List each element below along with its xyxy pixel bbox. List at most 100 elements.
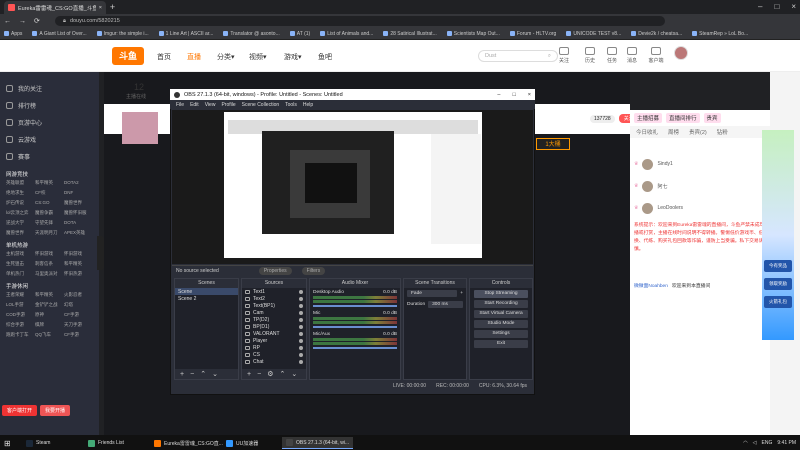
category-link[interactable]: COD手游 <box>6 312 35 318</box>
volume-slider[interactable] <box>313 347 397 349</box>
bookmark-item[interactable]: Translator @ asonto... <box>223 31 280 37</box>
obs-menu-item[interactable]: Edit <box>190 102 199 108</box>
sidebar-item[interactable]: 赛事 <box>0 148 99 165</box>
remove-source-icon[interactable]: − <box>257 371 261 378</box>
volume-slider[interactable] <box>313 326 397 328</box>
category-link[interactable]: LOL手游 <box>6 302 35 308</box>
obs-control-button[interactable]: Stop Streaming <box>474 290 528 298</box>
reload-icon[interactable]: ⟳ <box>34 17 40 25</box>
close-window-icon[interactable]: × <box>791 2 796 11</box>
visibility-icon[interactable] <box>299 324 303 329</box>
visibility-icon[interactable] <box>299 338 303 343</box>
category-link[interactable]: 绝地求生 <box>6 190 35 196</box>
category-link[interactable]: 综合手游 <box>6 322 35 328</box>
welcome-user[interactable]: 微微面Noahben <box>634 283 668 291</box>
obs-control-button[interactable]: Start Virtual Camera <box>474 310 528 318</box>
rank-tab[interactable]: 贵宾(2) <box>689 128 707 136</box>
rank-tab[interactable]: 今日收礼 <box>636 128 658 136</box>
category-link[interactable]: 单机热门 <box>6 271 35 277</box>
source-item[interactable]: Text2 <box>242 295 306 302</box>
sidebar-item[interactable]: 我的关注 <box>0 80 99 97</box>
bookmark-item[interactable]: AT (1) <box>289 31 310 37</box>
promo-item[interactable]: 火箭礼包 <box>764 296 792 308</box>
source-up-icon[interactable]: ⌃ <box>279 370 285 378</box>
category-link[interactable]: CF手游 <box>64 332 93 338</box>
source-item[interactable]: BP(D1) <box>242 323 306 330</box>
visibility-icon[interactable] <box>299 296 303 301</box>
obs-control-button[interactable]: Studio Mode <box>474 320 528 328</box>
add-source-icon[interactable]: + <box>247 371 251 378</box>
forward-icon[interactable]: → <box>19 18 26 25</box>
category-link[interactable]: APEX英雄 <box>64 230 93 236</box>
visibility-icon[interactable] <box>299 345 303 350</box>
visibility-icon[interactable] <box>299 359 303 364</box>
header-icon-button[interactable]: 客户端 <box>634 47 678 64</box>
category-link[interactable]: 怀旧热游 <box>64 271 93 277</box>
fan-rank-row[interactable]: ♛ LeoDoolers <box>634 201 683 215</box>
obs-menu-item[interactable]: View <box>205 102 216 108</box>
category-link[interactable]: DOTA2 <box>64 180 93 186</box>
transition-add-icon[interactable]: + <box>460 291 463 296</box>
obs-menu-item[interactable]: Profile <box>221 102 235 108</box>
category-link[interactable]: QQ飞车 <box>35 332 64 338</box>
chat-tab[interactable]: 主播招募 <box>634 113 663 123</box>
category-link[interactable]: 怀旧游戏 <box>64 251 93 257</box>
bookmark-item[interactable]: Imgur: the simple i... <box>96 31 149 37</box>
duration-input[interactable]: 300 ms <box>428 301 463 308</box>
obs-control-button[interactable]: Exit <box>474 340 528 348</box>
category-link[interactable]: 和平精英 <box>35 292 64 298</box>
category-link[interactable]: 天涯明月刀 <box>35 230 64 236</box>
network-icon[interactable]: ◠ <box>743 440 747 446</box>
category-link[interactable]: lol云顶之弈 <box>6 210 35 216</box>
visibility-icon[interactable] <box>299 303 303 308</box>
promo-item[interactable]: 领取奖励 <box>764 278 792 290</box>
category-link[interactable]: 天刀手游 <box>64 322 93 328</box>
category-link[interactable]: 魔兽世界 <box>64 200 93 206</box>
category-link[interactable]: 和平精英 <box>35 180 64 186</box>
bookmark-item[interactable]: List of Animals and... <box>320 31 373 37</box>
bookmark-item[interactable]: Scientists Map Out... <box>446 31 500 37</box>
category-link[interactable]: CF校 <box>35 190 64 196</box>
taskbar-item[interactable]: Steam <box>22 437 54 449</box>
nav-item[interactable]: 分类▾ <box>217 52 235 62</box>
obs-maximize-icon[interactable]: □ <box>512 92 515 98</box>
category-link[interactable]: 生死狙击 <box>6 261 35 267</box>
volume-slider[interactable] <box>313 305 397 307</box>
bookmark-item[interactable]: UNICODE TEST v8... <box>566 31 621 37</box>
category-link[interactable]: 王者荣耀 <box>6 292 35 298</box>
volume-icon[interactable]: ◁ <box>753 440 757 446</box>
obs-menu-item[interactable]: Help <box>303 102 313 108</box>
nav-item[interactable]: 视频▾ <box>249 52 267 62</box>
obs-menu-item[interactable]: Tools <box>285 102 297 108</box>
category-link[interactable]: 怀旧游戏 <box>35 251 64 257</box>
category-link[interactable]: DNF <box>64 190 93 196</box>
visibility-icon[interactable] <box>299 352 303 357</box>
category-link[interactable]: 英雄联盟 <box>6 180 35 186</box>
visibility-icon[interactable] <box>299 310 303 315</box>
remove-scene-icon[interactable]: − <box>190 371 194 378</box>
nav-item[interactable]: 首页 <box>157 52 171 62</box>
transition-select[interactable]: Fade <box>407 290 458 297</box>
start-live-button[interactable]: 我要开播 <box>40 405 71 416</box>
category-link[interactable]: 金铲铲之战 <box>35 302 64 308</box>
category-link[interactable]: 幻塔 <box>64 302 93 308</box>
obs-control-button[interactable]: Start Recording <box>474 300 528 308</box>
bookmark-item[interactable]: A Giant List of Over... <box>32 31 87 37</box>
close-tab-icon[interactable]: × <box>99 5 102 11</box>
source-item[interactable]: Cam <box>242 309 306 316</box>
bookmark-item[interactable]: Forum - HLTV.org <box>509 31 556 37</box>
new-tab-button[interactable]: + <box>108 3 117 12</box>
windows-start-icon[interactable]: ⊞ <box>4 439 11 448</box>
promo-item[interactable]: 今有奖品 <box>764 260 792 272</box>
chat-tab[interactable]: 贵宾 <box>703 113 721 123</box>
bookmark-item[interactable]: Devie2k / cheatsa... <box>631 31 682 37</box>
category-link[interactable]: 魔兽争霸 <box>35 210 64 216</box>
obs-close-icon[interactable]: × <box>528 92 531 98</box>
category-link[interactable]: 刺客信条 <box>35 261 64 267</box>
fan-rank-row[interactable]: ♛ Sindy1 <box>634 157 673 171</box>
bookmark-item[interactable]: SteamRep » LoL Bo... <box>692 31 748 37</box>
taskbar-item[interactable]: Friends List <box>84 437 128 449</box>
category-link[interactable]: DOTA <box>64 220 93 226</box>
nav-item[interactable]: 直播 <box>187 52 201 62</box>
taskbar-item[interactable]: Eureka雷雷魂_CS:GO直... <box>150 437 227 449</box>
